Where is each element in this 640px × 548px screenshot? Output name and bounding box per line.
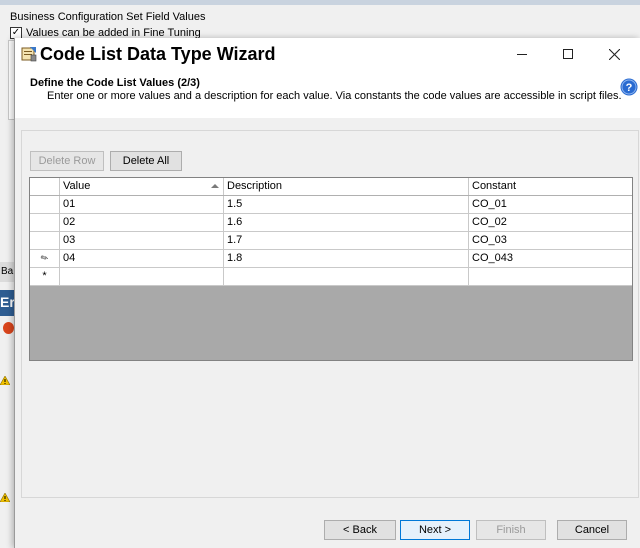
value-cell[interactable] — [60, 268, 224, 285]
step-description: Enter one or more values and a descripti… — [47, 90, 622, 102]
column-header-value[interactable]: Value — [60, 178, 224, 195]
background-panel-header-fragment: Er — [0, 290, 15, 316]
background-section-title: Business Configuration Set Field Values — [10, 11, 206, 23]
delete-all-button[interactable]: Delete All — [110, 151, 182, 171]
svg-text:?: ? — [626, 82, 633, 94]
code-list-wizard-dialog: Code List Data Type Wizard Define the Co… — [14, 38, 640, 548]
maximize-button[interactable] — [545, 38, 591, 70]
background-top-bar — [0, 0, 640, 5]
pencil-icon: ✎ — [38, 251, 51, 265]
minimize-icon — [517, 54, 527, 55]
value-cell[interactable]: 02 — [60, 214, 224, 231]
close-icon — [608, 48, 620, 60]
code-values-grid[interactable]: Value Description Constant 01 1.5 CO_01 … — [29, 177, 633, 361]
dialog-title: Code List Data Type Wizard — [40, 44, 276, 64]
value-cell[interactable]: 03 — [60, 232, 224, 249]
wizard-content-area: Delete Row Delete All Value Description … — [21, 130, 639, 498]
back-button[interactable]: < Back — [324, 520, 396, 540]
warning-icon — [0, 376, 10, 385]
minimize-button[interactable] — [499, 38, 545, 70]
background-tab-fragment[interactable]: Ba — [0, 262, 14, 282]
help-icon[interactable]: ? — [620, 78, 638, 96]
row-selector-editing[interactable]: ✎ — [30, 250, 60, 267]
new-row-marker[interactable]: * — [30, 268, 60, 285]
error-icon — [3, 322, 14, 334]
next-button[interactable]: Next > — [400, 520, 470, 540]
description-cell[interactable] — [224, 268, 469, 285]
description-cell[interactable]: 1.5 — [224, 196, 469, 213]
close-button[interactable] — [591, 38, 637, 70]
maximize-icon — [563, 49, 573, 59]
value-cell[interactable]: 01 — [60, 196, 224, 213]
table-row[interactable]: 02 1.6 CO_02 — [30, 214, 632, 232]
wizard-step-header: Define the Code List Values (2/3) Enter … — [15, 70, 640, 118]
sort-ascending-icon — [211, 184, 219, 188]
column-header-label: Value — [63, 180, 91, 192]
description-cell[interactable]: 1.7 — [224, 232, 469, 249]
row-selector[interactable] — [30, 214, 60, 231]
row-selector-header[interactable] — [30, 178, 60, 195]
row-selector[interactable] — [30, 196, 60, 213]
column-header-description[interactable]: Description — [224, 178, 469, 195]
row-selector[interactable] — [30, 232, 60, 249]
description-cell[interactable]: 1.8 — [224, 250, 469, 267]
column-header-label: Constant — [472, 180, 517, 192]
table-row[interactable]: 03 1.7 CO_03 — [30, 232, 632, 250]
column-header-constant[interactable]: Constant — [469, 178, 632, 195]
warning-icon — [0, 493, 10, 502]
grid-header-row: Value Description Constant — [30, 178, 632, 196]
finish-button[interactable]: Finish — [476, 520, 546, 540]
constant-cell[interactable]: CO_03 — [469, 232, 632, 249]
step-title: Define the Code List Values (2/3) — [30, 77, 200, 89]
constant-cell[interactable] — [469, 268, 632, 285]
cancel-button[interactable]: Cancel — [557, 520, 627, 540]
value-cell[interactable]: 04 — [60, 250, 224, 267]
description-cell[interactable]: 1.6 — [224, 214, 469, 231]
constant-cell[interactable]: CO_02 — [469, 214, 632, 231]
new-row[interactable]: * — [30, 268, 632, 286]
wizard-window-icon — [21, 46, 37, 62]
delete-row-button[interactable]: Delete Row — [30, 151, 104, 171]
table-row[interactable]: 01 1.5 CO_01 — [30, 196, 632, 214]
constant-cell[interactable]: CO_01 — [469, 196, 632, 213]
table-row[interactable]: ✎ 04 1.8 CO_043 — [30, 250, 632, 268]
constant-cell[interactable]: CO_043 — [469, 250, 632, 267]
dialog-title-bar[interactable]: Code List Data Type Wizard — [15, 38, 640, 70]
column-header-label: Description — [227, 180, 283, 192]
